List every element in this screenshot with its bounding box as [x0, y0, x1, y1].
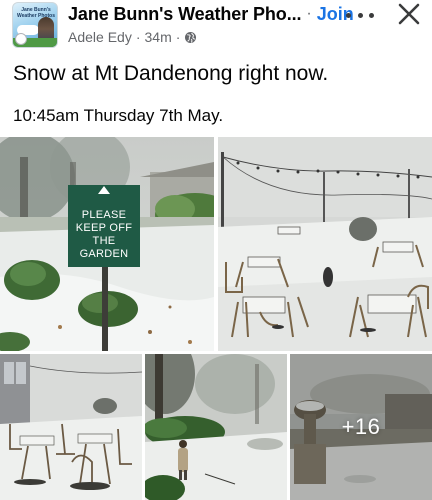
photo-garden-person[interactable] — [145, 354, 287, 500]
globe-icon — [185, 31, 197, 43]
post-text-line1: Snow at Mt Dandenong right now. — [13, 62, 329, 85]
close-icon[interactable] — [396, 1, 422, 27]
photo-more[interactable]: +16 — [290, 354, 432, 500]
meta-separator-2: · — [175, 29, 181, 45]
terrace-scene — [218, 137, 432, 351]
photo-terrace[interactable] — [218, 137, 432, 351]
page-name-row: Jane Bunn's Weather Pho... · Join — [68, 3, 354, 25]
photo-garden-sign[interactable]: PLEASE KEEP OFF THE GARDEN — [0, 137, 214, 351]
photo-outdoor-tables[interactable] — [0, 354, 142, 500]
outdoor-tables-scene — [0, 354, 142, 500]
group-name[interactable]: Jane Bunn's Weather Pho... — [68, 4, 302, 25]
garden-person-scene — [145, 354, 287, 500]
more-dots-icon[interactable] — [346, 8, 374, 22]
meta-separator: · — [135, 29, 141, 45]
separator-dot: · — [306, 5, 312, 22]
sign-text: PLEASE KEEP OFF THE GARDEN — [75, 209, 133, 260]
post-text-line2: 10:45am Thursday 7th May. — [13, 106, 224, 125]
post-timestamp[interactable]: 34m — [145, 29, 172, 45]
profile-badge — [15, 33, 27, 45]
author-name[interactable]: Adele Edy — [68, 29, 132, 45]
post-header: Jane Bunn's Weather Photos Jane Bunn's W… — [0, 0, 432, 56]
more-photos-overlay[interactable]: +16 — [290, 354, 432, 500]
post-meta: Adele Edy · 34m · — [68, 28, 197, 46]
more-photos-count: +16 — [341, 414, 381, 439]
group-avatar[interactable]: Jane Bunn's Weather Photos — [12, 2, 58, 48]
